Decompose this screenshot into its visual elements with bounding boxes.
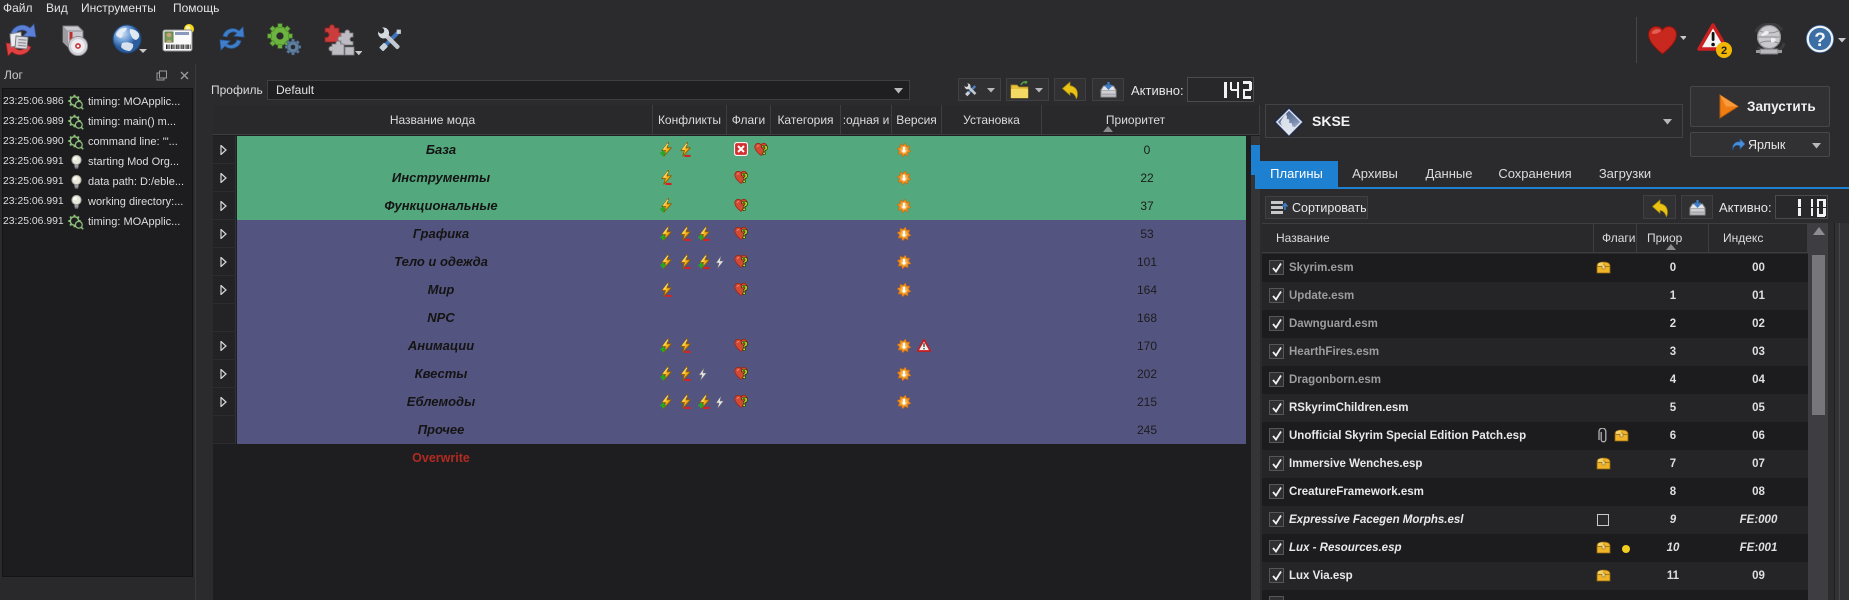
svg-text:?: ? [741,282,748,297]
svg-text:?: ? [1814,30,1826,51]
svg-text:?: ? [761,142,768,157]
svg-text:?: ? [741,338,748,353]
svg-text:?: ? [741,198,748,213]
svg-text:?: ? [741,254,748,269]
svg-text:?: ? [741,226,748,241]
svg-text:?: ? [741,366,748,381]
svg-text:2: 2 [1721,45,1727,57]
svg-text:?: ? [741,170,748,185]
svg-text:?: ? [741,394,748,409]
